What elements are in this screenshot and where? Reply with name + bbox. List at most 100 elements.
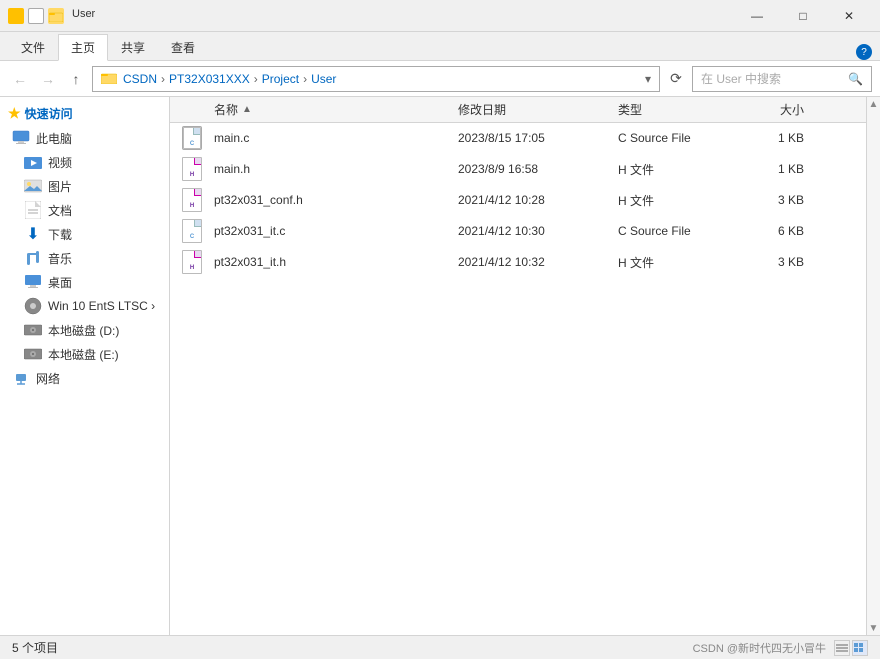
sidebar-item-network[interactable]: 网络 <box>0 366 169 390</box>
win10-icon <box>24 297 42 315</box>
sidebar-item-desktop[interactable]: 桌面 <box>0 270 169 294</box>
sidebar-quick-access-header[interactable]: ★ 快速访问 <box>0 101 169 126</box>
file-date-2: 2021/4/12 10:28 <box>450 193 610 207</box>
table-row[interactable]: H pt32x031_conf.h 2021/4/12 10:28 H 文件 3… <box>170 185 866 216</box>
file-type-3: C Source File <box>610 224 740 238</box>
ribbon-tabs: 文件 主页 共享 查看 ? <box>8 32 872 60</box>
sort-arrow-icon: ▲ <box>242 104 252 115</box>
quick-access-label: 快速访问 <box>25 105 73 122</box>
file-size-3: 6 KB <box>740 224 820 238</box>
file-name-3: pt32x031_it.c <box>214 224 450 238</box>
file-type-2: H 文件 <box>610 192 740 209</box>
file-name-1: main.h <box>214 162 450 176</box>
win10-label: Win 10 EntS LTSC › <box>48 299 155 313</box>
disk-d-icon <box>24 321 42 339</box>
col-header-name[interactable]: 名称 ▲ <box>170 101 450 118</box>
path-dropdown-icon[interactable]: ▾ <box>645 72 651 86</box>
minimize-button[interactable]: — <box>734 0 780 32</box>
music-icon <box>24 249 42 267</box>
file-icon-1: H <box>170 157 214 181</box>
downloads-icon: ⬇ <box>24 225 42 243</box>
pictures-label: 图片 <box>48 178 72 195</box>
star-icon: ★ <box>8 105 21 122</box>
address-path[interactable]: CSDN › PT32X031XXX › Project › User ▾ <box>92 66 660 92</box>
list-view-btn[interactable] <box>834 640 850 656</box>
status-bar: 5 个项目 CSDN @新时代四无小冒牛 <box>0 635 880 659</box>
sidebar-item-downloads[interactable]: ⬇ 下载 <box>0 222 169 246</box>
close-button[interactable]: ✕ <box>826 0 872 32</box>
sidebar-item-music[interactable]: 音乐 <box>0 246 169 270</box>
disk-d-label: 本地磁盘 (D:) <box>48 322 119 339</box>
help-button[interactable]: ? <box>856 44 872 60</box>
title-text: User <box>72 8 95 24</box>
network-label: 网络 <box>36 370 60 387</box>
item-count: 5 个项目 <box>12 639 58 656</box>
tab-view[interactable]: 查看 <box>158 34 208 60</box>
tab-file[interactable]: 文件 <box>8 34 58 60</box>
path-segment-csdn: CSDN <box>123 72 157 86</box>
view-controls <box>834 640 868 656</box>
path-segment-user: User <box>311 72 336 86</box>
tb-icon-2 <box>28 8 44 24</box>
documents-icon <box>24 201 42 219</box>
file-icon-0: C <box>170 126 214 150</box>
detail-view-btn[interactable] <box>852 640 868 656</box>
table-row[interactable]: H main.h 2023/8/9 16:58 H 文件 1 KB <box>170 154 866 185</box>
right-scrollbar[interactable]: ▲ ▼ <box>866 97 880 635</box>
disk-e-label: 本地磁盘 (E:) <box>48 346 119 363</box>
tab-home[interactable]: 主页 <box>58 34 108 61</box>
path-segment-project-folder: PT32X031XXX <box>169 72 250 86</box>
col-header-size[interactable]: 大小 <box>740 101 820 118</box>
table-row[interactable]: C pt32x031_it.c 2021/4/12 10:30 C Source… <box>170 216 866 247</box>
scroll-down-btn[interactable]: ▼ <box>867 621 880 635</box>
file-type-4: H 文件 <box>610 254 740 271</box>
refresh-button[interactable]: ⟳ <box>664 67 688 91</box>
file-date-0: 2023/8/15 17:05 <box>450 131 610 145</box>
table-row[interactable]: C main.c 2023/8/15 17:05 C Source File 1… <box>170 123 866 154</box>
file-name-2: pt32x031_conf.h <box>214 193 450 207</box>
watermark: CSDN @新时代四无小冒牛 <box>693 640 826 656</box>
file-size-0: 1 KB <box>740 131 820 145</box>
desktop-label: 桌面 <box>48 274 72 291</box>
sidebar-item-pictures[interactable]: 图片 <box>0 174 169 198</box>
sidebar-item-disk-e[interactable]: 本地磁盘 (E:) <box>0 342 169 366</box>
thispc-label: 此电脑 <box>36 130 72 147</box>
back-button[interactable]: ← <box>8 67 32 91</box>
tab-share[interactable]: 共享 <box>108 34 158 60</box>
title-bar: User — □ ✕ <box>0 0 880 32</box>
pc-icon <box>12 129 30 147</box>
desktop-icon <box>24 273 42 291</box>
file-list: C main.c 2023/8/15 17:05 C Source File 1… <box>170 123 866 635</box>
pictures-icon <box>24 177 42 195</box>
sidebar-item-win10[interactable]: Win 10 EntS LTSC › <box>0 294 169 318</box>
search-box[interactable]: 在 User 中搜索 🔍 <box>692 66 872 92</box>
up-button[interactable]: ↑ <box>64 67 88 91</box>
file-icon-2: H <box>170 188 214 212</box>
window-controls: — □ ✕ <box>734 0 872 32</box>
file-date-4: 2021/4/12 10:32 <box>450 255 610 269</box>
sidebar-item-videos[interactable]: 视频 <box>0 150 169 174</box>
title-bar-icons: User <box>8 8 95 24</box>
network-icon <box>12 369 30 387</box>
file-type-0: C Source File <box>610 131 740 145</box>
table-row[interactable]: H pt32x031_it.h 2021/4/12 10:32 H 文件 3 K… <box>170 247 866 278</box>
sidebar: ★ 快速访问 此电脑 视频 图片 <box>0 97 170 635</box>
sidebar-item-thispc[interactable]: 此电脑 <box>0 126 169 150</box>
sidebar-item-documents[interactable]: 文档 <box>0 198 169 222</box>
col-header-type[interactable]: 类型 <box>610 101 740 118</box>
music-label: 音乐 <box>48 250 72 267</box>
file-type-1: H 文件 <box>610 161 740 178</box>
file-icon-3: C <box>170 219 214 243</box>
scroll-up-btn[interactable]: ▲ <box>867 97 880 111</box>
column-header: 名称 ▲ 修改日期 类型 大小 <box>170 97 866 123</box>
path-segment-project: Project <box>262 72 299 86</box>
maximize-button[interactable]: □ <box>780 0 826 32</box>
ribbon: 文件 主页 共享 查看 ? <box>0 32 880 61</box>
forward-button[interactable]: → <box>36 67 60 91</box>
documents-label: 文档 <box>48 202 72 219</box>
address-bar: ← → ↑ CSDN › PT32X031XXX › Project › Use… <box>0 61 880 97</box>
file-size-4: 3 KB <box>740 255 820 269</box>
col-header-date[interactable]: 修改日期 <box>450 101 610 118</box>
sidebar-item-disk-d[interactable]: 本地磁盘 (D:) <box>0 318 169 342</box>
file-date-3: 2021/4/12 10:30 <box>450 224 610 238</box>
